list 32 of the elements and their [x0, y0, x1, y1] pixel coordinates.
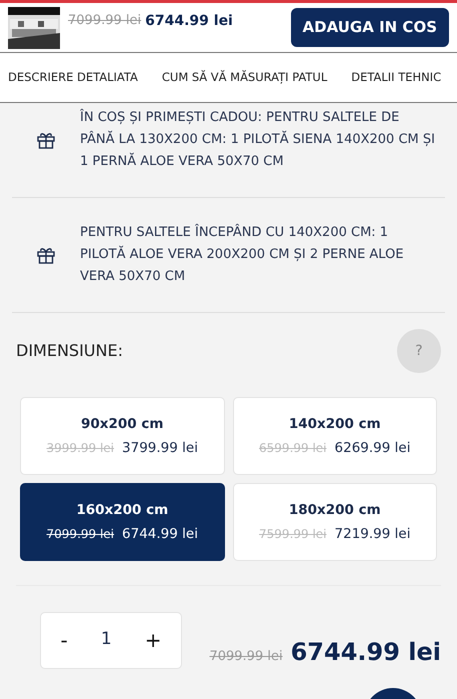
size-name: 90x200 cm: [81, 414, 164, 434]
tab[interactable]: CUM SĂ VĂ MĂSURAȚI PATUL: [162, 68, 328, 86]
gift-icon: [36, 245, 56, 265]
size-name: 160x200 cm: [76, 500, 168, 520]
old-price: 7099.99 lei: [46, 526, 114, 543]
decrease-button[interactable]: -: [54, 624, 74, 656]
add-to-cart-button[interactable]: ADAUGA IN COS: [290, 8, 449, 47]
size-option[interactable]: 90x200 cm 3999.99 lei 3799.99 lei: [20, 397, 224, 475]
old-price: 7099.99 lei: [209, 648, 283, 666]
gift-icon: [36, 130, 56, 150]
old-price: 7599.99 lei: [259, 526, 327, 543]
size-option[interactable]: 160x200 cm 7099.99 lei 6744.99 lei: [20, 483, 224, 561]
gift-offer-text: PENTRU SALTELE ÎNCEPÂND CU 140X200 CM: 1 PILOTĂ ALOE VERA 200X200 CM ȘI 2 PERNE ALOE VERA 50X70 CM: [80, 222, 405, 286]
old-price: 6599.99 lei: [259, 440, 327, 457]
quantity-value: 1: [100, 628, 112, 652]
old-price: 7099.99 lei: [68, 12, 142, 30]
size-option[interactable]: 180x200 cm 7599.99 lei 7219.99 lei: [232, 483, 437, 561]
size-option[interactable]: 140x200 cm 6599.99 lei 6269.99 lei: [232, 397, 437, 475]
gift-offer-text: ÎN COȘ ȘI PRIMEȘTI CADOU: PENTRU SALTELE DE PÂNĂ LA 130X200 CM: 1 PILOTĂ SIENA 140X200 CM ȘI 1 PERNĂ ALOE VERA 50X70 CM: [80, 108, 436, 171]
old-price: 3999.99 lei: [46, 440, 114, 457]
tab[interactable]: DETALII TEHNIC: [351, 68, 442, 86]
price: 6269.99 lei: [334, 439, 410, 458]
price: 7219.99 lei: [334, 525, 410, 544]
size-name: 140x200 cm: [288, 414, 381, 434]
tab[interactable]: DESCRIERE DETALIATA: [8, 68, 138, 86]
size-label: DIMENSIUNE:: [16, 340, 123, 362]
price: 6744.99 lei: [122, 525, 198, 544]
increase-button[interactable]: +: [138, 624, 168, 656]
price: 3799.99 lei: [122, 439, 198, 458]
price: 6744.99 lei: [145, 12, 233, 31]
size-name: 180x200 cm: [288, 500, 381, 520]
total-price: 6744.99 lei: [290, 637, 441, 668]
